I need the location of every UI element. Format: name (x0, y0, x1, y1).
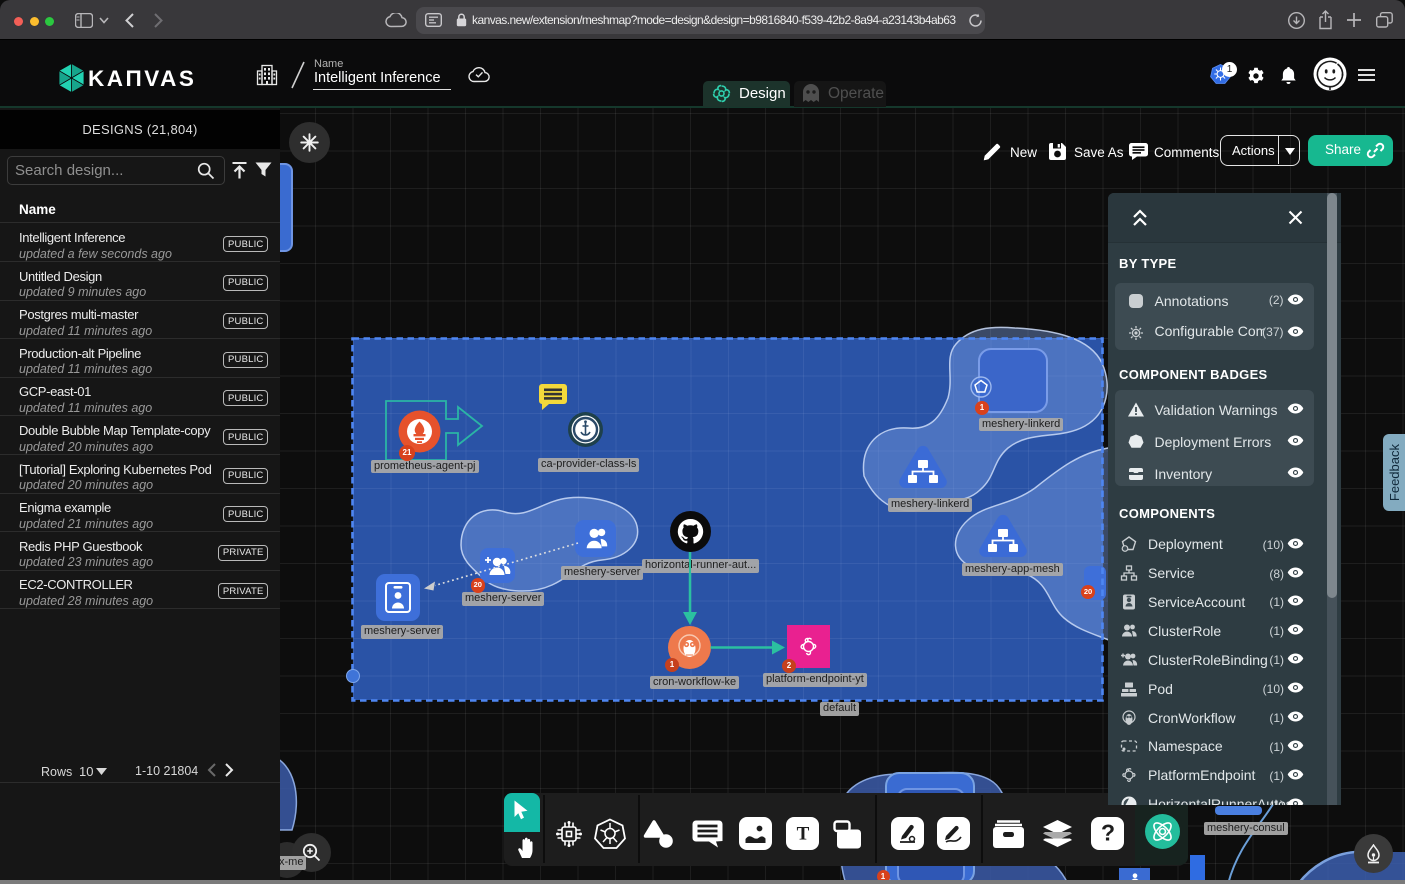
svg-text:?: ? (1101, 824, 1115, 844)
svg-text:T: T (796, 825, 809, 843)
